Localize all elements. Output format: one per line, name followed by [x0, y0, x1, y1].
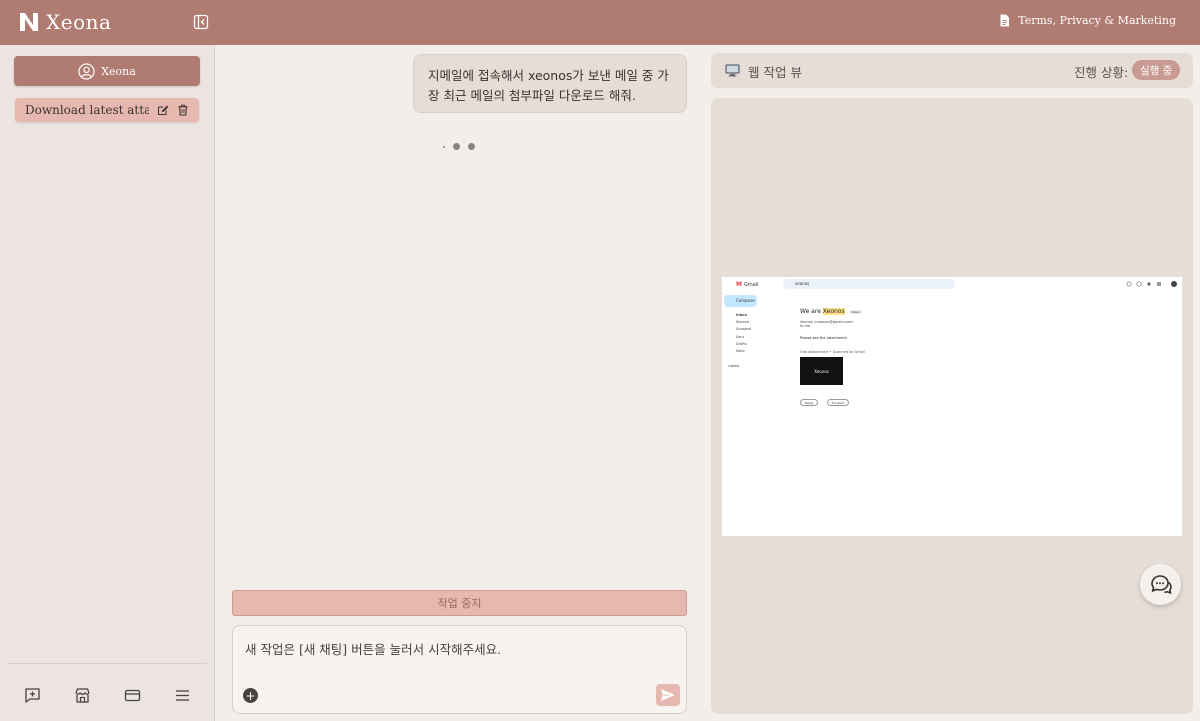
user-circle-icon [78, 62, 95, 80]
gmail-nav-drafts: Drafts [736, 342, 747, 346]
gmail-logo: M Gmail [736, 281, 759, 288]
web-view-header: 웹 작업 뷰 진행 상황: 실행 중 [711, 53, 1193, 88]
gmail-toolbar-icons [1126, 281, 1177, 287]
typing-dot [443, 145, 445, 148]
gmail-attachment-label: One attachment • Scanned by Gmail [800, 350, 865, 354]
document-icon [1000, 14, 1010, 27]
gmail-nav-inbox: Inbox [736, 313, 747, 317]
gmail-attachment-thumbnail: Xeonos [800, 357, 843, 385]
send-button[interactable] [656, 684, 680, 706]
gmail-compose-button: Compose [724, 295, 757, 307]
gmail-email-body: Please see the attachment [800, 336, 847, 340]
gmail-email-subject: We are Xeonos Inbox [800, 308, 862, 315]
account-label: Xeona [101, 64, 136, 78]
sidebar: Xeona Download latest attac… [0, 45, 215, 721]
gmail-subject-prefix: We are [800, 308, 823, 315]
gmail-nav-sent: Sent [736, 335, 744, 339]
chat-panel: 지메일에 접속해서 xeonos가 보낸 메일 중 가장 최근 메일의 첨부파일… [216, 45, 702, 721]
gmail-inbox-badge: Inbox [849, 310, 862, 314]
gmail-m-icon: M [736, 281, 742, 288]
terms-link[interactable]: Terms, Privacy & Marketing [998, 14, 1176, 27]
typing-dot [453, 143, 460, 150]
gmail-subject-highlight: Xeonos [822, 308, 845, 315]
chat-support-button[interactable] [1140, 564, 1181, 605]
gmail-recipient: to me [800, 324, 811, 328]
app-name: Xeona [46, 10, 112, 34]
typing-indicator [443, 143, 475, 150]
gmail-search-bar: xeonos [783, 279, 955, 289]
stop-task-button[interactable]: 작업 중지 [232, 590, 687, 616]
progress-label: 진행 상황: [1074, 65, 1129, 80]
app-logo[interactable]: Xeona [18, 10, 111, 34]
top-header: Xeona Terms, Privacy & Marketing [0, 0, 1200, 45]
web-view-title: 웹 작업 뷰 [748, 65, 802, 80]
browser-screenshot: M Gmail xeonos Compose Inbox Starred Sno… [722, 277, 1182, 536]
new-chat-icon[interactable] [24, 687, 41, 704]
collapse-sidebar-icon[interactable] [193, 14, 209, 30]
card-icon[interactable] [124, 687, 141, 704]
chat-input-box[interactable]: 새 작업은 [새 채팅] 버튼을 눌러서 시작해주세요. + [232, 625, 687, 714]
gmail-nav-more: More [736, 349, 745, 353]
trash-icon[interactable] [177, 104, 189, 116]
account-button[interactable]: Xeona [14, 56, 200, 86]
attach-plus-icon[interactable]: + [243, 688, 258, 703]
gmail-forward-button: Forward [827, 399, 850, 406]
send-icon [661, 689, 675, 701]
user-message-bubble: 지메일에 접속해서 xeonos가 보낸 메일 중 가장 최근 메일의 첨부파일… [413, 54, 687, 113]
gmail-labels-heading: Labels [728, 364, 740, 368]
sidebar-bottom-toolbar [7, 663, 207, 721]
gmail-reply-button: Reply [800, 399, 819, 406]
status-badge: 실행 중 [1132, 60, 1181, 80]
monitor-icon [725, 64, 740, 77]
store-icon[interactable] [74, 687, 91, 704]
typing-dot [468, 143, 475, 150]
chat-item-label: Download latest attac… [25, 103, 149, 117]
edit-icon[interactable] [157, 104, 169, 116]
xeona-logo-icon [20, 13, 38, 31]
chat-input-placeholder: 새 작업은 [새 채팅] 버튼을 눌러서 시작해주세요. [245, 642, 502, 657]
terms-label: Terms, Privacy & Marketing [1018, 14, 1176, 27]
gmail-top-bar: M Gmail xeonos [722, 277, 1182, 291]
chat-bubbles-icon [1150, 574, 1172, 594]
gmail-nav-starred: Starred [736, 320, 749, 324]
gmail-app-label: Gmail [743, 281, 759, 288]
gmail-nav-snoozed: Snoozed [736, 327, 751, 331]
gmail-sender: Xeonos <xeonos@gmail.com> to me [800, 320, 854, 328]
chat-history-item[interactable]: Download latest attac… [15, 98, 199, 122]
menu-icon[interactable] [174, 687, 191, 704]
